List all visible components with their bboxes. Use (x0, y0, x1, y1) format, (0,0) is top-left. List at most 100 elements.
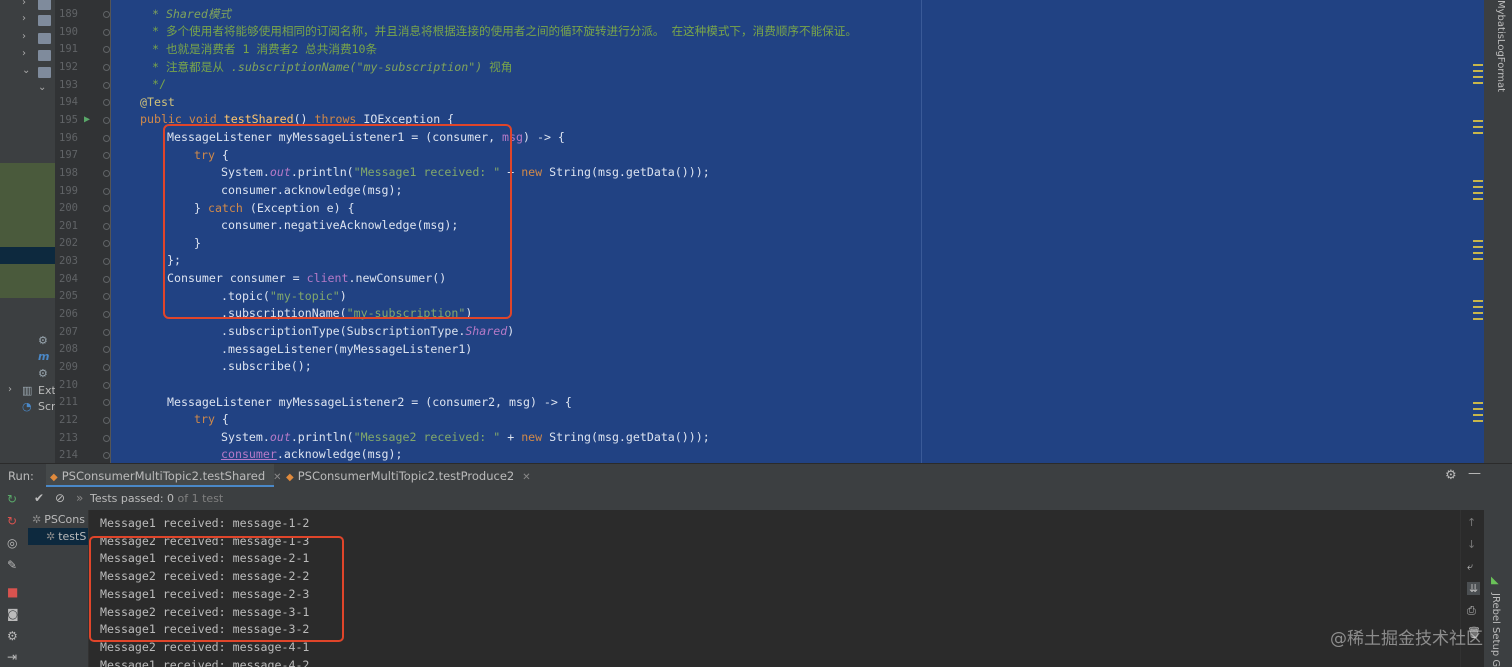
error-stripe-mark[interactable] (1473, 120, 1483, 122)
fold-marker[interactable] (103, 293, 110, 301)
error-stripe-mark[interactable] (1473, 300, 1483, 302)
error-stripe-mark[interactable] (1473, 82, 1483, 84)
error-stripe-mark[interactable] (1473, 198, 1483, 200)
code-line-189: * Shared模式 (145, 6, 231, 24)
wrench-icon[interactable]: ✎ (7, 558, 17, 572)
tree-external-libraries[interactable]: › ▥ Ext (0, 383, 55, 400)
tree-file-row[interactable]: ⚙ (0, 333, 55, 350)
editor-gutter[interactable]: 189 190 191 192 193 194 195 196 197 198 199 200 201 2… (55, 0, 111, 463)
chevron-right-icon[interactable]: › (22, 0, 26, 8)
error-stripe-mark[interactable] (1473, 186, 1483, 188)
error-stripe-mark[interactable] (1473, 180, 1483, 182)
fold-marker[interactable] (103, 205, 110, 213)
fold-marker[interactable] (103, 399, 110, 407)
settings-gear-icon[interactable]: ⚙ (1445, 468, 1457, 483)
chevron-right-icon[interactable]: › (22, 31, 26, 42)
close-icon[interactable]: ✕ (522, 472, 530, 483)
tool-window-tab-mybatis[interactable]: MybatisLogFormat (1490, 0, 1506, 110)
rerun-failed-icon[interactable]: ↻ (7, 514, 17, 528)
fold-marker[interactable] (103, 222, 110, 230)
chevron-down-icon[interactable]: ⌄ (22, 65, 30, 76)
fold-marker[interactable] (103, 134, 110, 142)
error-stripe-mark[interactable] (1473, 64, 1483, 66)
error-stripe-mark[interactable] (1473, 132, 1483, 134)
code-editor[interactable]: * Shared模式 * 多个使用者将能够使用相同的订阅名称，并且消息将根据连接… (111, 0, 1484, 463)
run-tab-testshared[interactable]: ◆ PSConsumerMultiTopic2.testShared ✕ (46, 464, 282, 488)
down-arrow-icon[interactable]: ↓ (1467, 538, 1476, 551)
fold-marker[interactable] (103, 28, 110, 36)
stop-run-icon[interactable]: ■ (7, 585, 18, 599)
run-gutter-icon[interactable]: ▶ (84, 114, 90, 125)
tree-file-row[interactable]: m (0, 349, 55, 366)
error-stripe-mark[interactable] (1473, 306, 1483, 308)
fold-marker[interactable] (103, 328, 110, 336)
fold-marker[interactable] (103, 381, 110, 389)
chevron-right-icon[interactable]: › (22, 13, 26, 24)
close-icon[interactable]: ✕ (273, 472, 281, 483)
fold-marker[interactable] (103, 116, 110, 124)
error-stripe-mark[interactable] (1473, 252, 1483, 254)
tree-file-row[interactable]: ⚙ (0, 366, 55, 383)
fold-marker[interactable] (103, 169, 110, 177)
fold-marker[interactable] (103, 63, 110, 71)
gear-run-icon[interactable]: ⚙ (7, 629, 18, 643)
console-output[interactable]: Message1 received: message-1-2 Message2 r… (88, 510, 1460, 667)
error-stripe-mark[interactable] (1473, 76, 1483, 78)
tree-row[interactable]: › (0, 30, 55, 47)
test-tree-root[interactable]: ✲ PSCons (32, 511, 85, 528)
expand-icon[interactable]: » (76, 491, 83, 505)
tree-row[interactable]: ⌄ (0, 64, 55, 81)
tree-row[interactable]: › (0, 47, 55, 64)
error-stripe-mark[interactable] (1473, 192, 1483, 194)
check-icon[interactable]: ✔ (34, 491, 44, 505)
chevron-down-icon[interactable]: ⌄ (38, 82, 46, 93)
toggle-auto-test-icon[interactable]: ◎ (7, 536, 17, 550)
fold-marker[interactable] (103, 152, 110, 160)
line-number: 202 (59, 237, 78, 250)
error-stripe-mark[interactable] (1473, 420, 1483, 422)
fold-marker[interactable] (103, 240, 110, 248)
print-icon[interactable]: ⎙ (1467, 604, 1476, 618)
up-arrow-icon[interactable]: ↑ (1467, 516, 1476, 529)
error-stripe-mark[interactable] (1473, 70, 1483, 72)
fold-marker[interactable] (103, 311, 110, 319)
fold-marker[interactable] (103, 416, 110, 424)
chevron-right-icon[interactable]: › (8, 384, 12, 395)
fold-marker[interactable] (103, 434, 110, 442)
tree-row[interactable]: ⌄ (0, 81, 55, 98)
error-stripe-mark[interactable] (1473, 258, 1483, 260)
error-stripe-mark[interactable] (1473, 408, 1483, 410)
fold-marker[interactable] (103, 11, 110, 18)
tree-row[interactable]: › (0, 12, 55, 29)
tree-scratches[interactable]: ◔ Scr (0, 399, 55, 416)
stop-icon[interactable]: ⊘ (55, 491, 65, 505)
test-results-tree[interactable]: ✲ PSCons ✲ testS (28, 510, 88, 667)
error-stripe-mark[interactable] (1473, 414, 1483, 416)
fold-marker[interactable] (103, 346, 110, 354)
error-stripe-mark[interactable] (1473, 318, 1483, 320)
fold-marker[interactable] (103, 99, 110, 107)
minimize-icon[interactable]: — (1468, 466, 1481, 481)
error-stripe-mark[interactable] (1473, 402, 1483, 404)
camera-icon[interactable]: ◙ (7, 607, 19, 621)
scroll-to-end-icon[interactable]: ⇊ (1467, 582, 1481, 595)
fold-marker[interactable] (103, 81, 110, 89)
rerun-icon[interactable]: ↻ (7, 492, 17, 506)
exit-icon[interactable]: ⇥ (7, 650, 17, 664)
tool-window-tab-jrebel[interactable]: JRebel Setup Gui (1490, 593, 1501, 667)
run-tab-testproduce2[interactable]: ◆ PSConsumerMultiTopic2.testProduce2 ✕ (282, 464, 531, 488)
fold-marker[interactable] (103, 258, 110, 266)
test-tree-node[interactable]: ✲ testS (28, 528, 88, 545)
error-stripe-mark[interactable] (1473, 312, 1483, 314)
error-stripe-mark[interactable] (1473, 240, 1483, 242)
fold-marker[interactable] (103, 364, 110, 371)
fold-marker[interactable] (103, 452, 110, 460)
error-stripe-mark[interactable] (1473, 246, 1483, 248)
chevron-right-icon[interactable]: › (22, 48, 26, 59)
tree-selected-row[interactable] (0, 247, 55, 264)
fold-marker[interactable] (103, 275, 110, 283)
fold-marker[interactable] (103, 187, 110, 195)
fold-marker[interactable] (103, 46, 110, 54)
wrap-icon[interactable]: ⤶ (1467, 560, 1473, 574)
error-stripe-mark[interactable] (1473, 126, 1483, 128)
